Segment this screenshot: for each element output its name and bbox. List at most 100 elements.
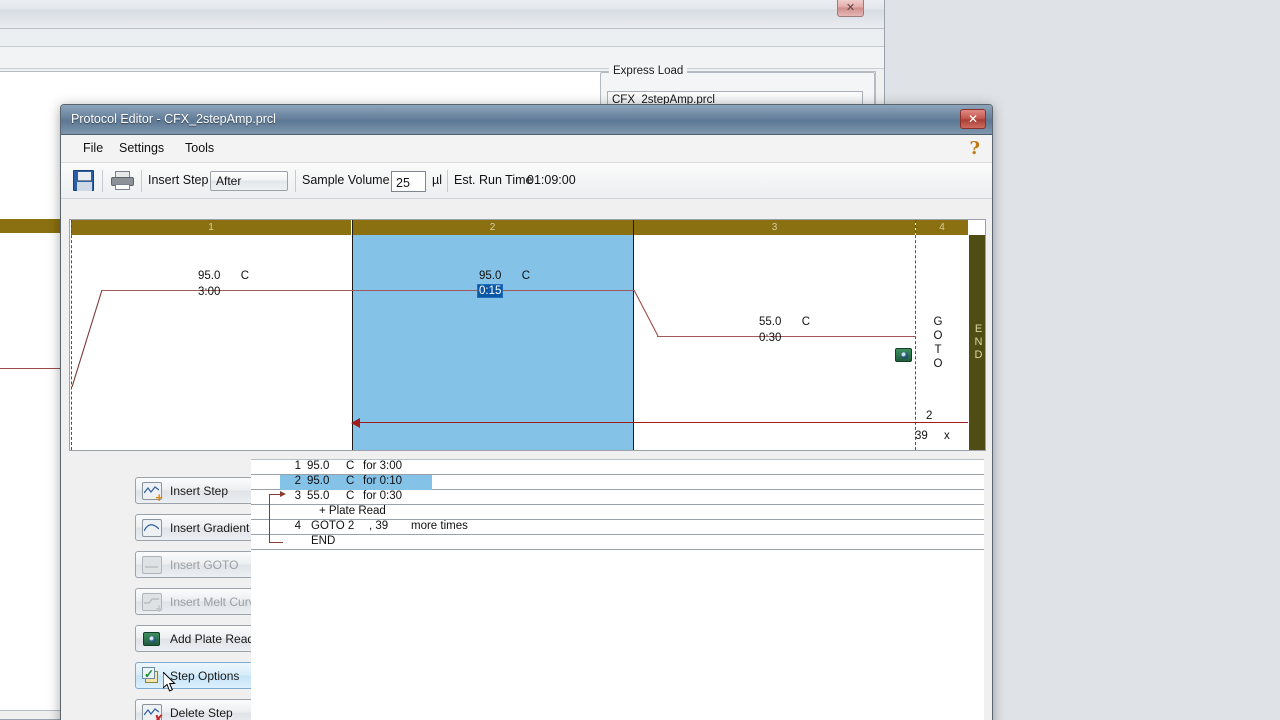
insert-melt-curve-icon: +	[142, 593, 163, 615]
table-row[interactable]: 1 95.0 C for 3:00	[251, 460, 984, 475]
row-temp: 95.0	[307, 460, 330, 472]
chart-step-header-3[interactable]: 3	[634, 220, 915, 235]
chart-step-2-unit: C	[521, 270, 531, 282]
menu-item-settings[interactable]: Settings	[119, 141, 164, 155]
print-icon[interactable]	[111, 171, 134, 190]
camera-icon[interactable]	[895, 348, 912, 362]
save-icon[interactable]	[73, 170, 94, 191]
toolbar-divider	[141, 170, 142, 192]
insert-gradient-icon	[142, 519, 162, 537]
help-icon[interactable]: ?	[969, 138, 980, 159]
chart-step-3-time[interactable]: 0:30	[759, 332, 781, 344]
step-options-button-label: Step Options	[170, 669, 240, 683]
chart-step-1-temp-value: 95.0	[198, 270, 221, 282]
chart-step-boundary-1	[352, 220, 353, 450]
table-row[interactable]: 3 55.0 C for 0:30	[251, 490, 984, 505]
chart-ramp-step-3	[633, 289, 659, 337]
table-row[interactable]: 4 GOTO 2 , 39 more times	[251, 520, 984, 535]
insert-step-select-wrap: After	[210, 171, 288, 191]
chart-step-header-1[interactable]: 1	[71, 220, 351, 235]
row-temp: 55.0	[307, 490, 330, 502]
chart-step-1-time[interactable]: 3:00	[198, 286, 220, 298]
background-window-menustrip	[0, 29, 884, 47]
row-number: 2	[294, 475, 301, 487]
row-duration: for 0:10	[363, 475, 402, 487]
goto-return-line	[358, 422, 968, 423]
toolbar: Insert Step After Sample Volume µl Est. …	[61, 163, 992, 199]
chart-step-2-temp-value: 95.0	[479, 270, 502, 282]
row-end: END	[311, 535, 336, 547]
chart-step-1-temp: 95.0 C	[198, 270, 249, 282]
est-run-time-label: Est. Run Time	[454, 173, 533, 187]
sample-volume-input[interactable]	[391, 171, 426, 192]
menubar: File Settings Tools ?	[61, 135, 992, 163]
chart-end-bar: END	[969, 235, 985, 450]
express-load-legend: Express Load	[609, 65, 688, 77]
chart-step-boundary-3	[915, 220, 916, 450]
chart-step-header-2[interactable]: 2	[352, 220, 633, 235]
dialog-titlebar[interactable]: Protocol Editor - CFX_2stepAmp.prcl ✕	[61, 105, 992, 135]
menu-item-file[interactable]: File	[83, 141, 103, 155]
dialog-close-button[interactable]: ✕	[960, 109, 986, 129]
step-options-icon: ✓	[142, 667, 162, 685]
row-unit: C	[346, 475, 355, 487]
chart-ramp-step-1	[71, 289, 103, 388]
chart-step-3-temp: 55.0 C	[759, 316, 810, 328]
camera-icon	[142, 630, 162, 648]
menu-item-tools[interactable]: Tools	[185, 141, 214, 155]
row-plate-read: + Plate Read	[319, 505, 386, 517]
background-window-titlebar	[0, 0, 884, 29]
table-row: END	[251, 535, 984, 550]
chart-step-3-unit: C	[801, 316, 811, 328]
chart-step-1-unit: C	[240, 270, 250, 282]
table-row[interactable]: 2 95.0 C for 0:10	[251, 475, 984, 490]
row-unit: C	[346, 490, 355, 502]
chart-step-header-4[interactable]: 4	[916, 220, 968, 235]
toolbar-divider	[295, 170, 296, 192]
insert-goto-icon	[142, 556, 162, 574]
chart-step-2-temp: 95.0 C	[479, 270, 530, 282]
row-unit: C	[346, 460, 355, 472]
row-duration: for 0:30	[363, 490, 402, 502]
toolbar-divider	[447, 170, 448, 192]
goto-return-arrow-icon	[351, 418, 360, 428]
insert-step-icon: +	[142, 482, 163, 504]
screen: ✕ Express Load CFX_2stepAmp.prcl Protoco…	[0, 0, 1280, 720]
background-window-close-button[interactable]: ✕	[837, 0, 864, 17]
chart-goto-cycles-unit: x	[944, 430, 950, 442]
chart-step-2-selection[interactable]	[352, 235, 633, 450]
protocol-chart-panel[interactable]: 1 2 3 4 95.0 C 3:00 95.0 C 0:15 55.0 C 0…	[69, 219, 986, 451]
row-goto: GOTO 2	[311, 520, 355, 532]
insert-step-select[interactable]: After	[210, 171, 288, 191]
chart-step-2-time-edit[interactable]: 0:15	[476, 284, 504, 298]
protocol-chart[interactable]: 1 2 3 4 95.0 C 3:00 95.0 C 0:15 55.0 C 0…	[70, 220, 985, 450]
print-icon-paper-out	[115, 184, 130, 190]
table-row[interactable]: + Plate Read	[251, 505, 984, 520]
sample-volume-label: Sample Volume	[302, 173, 390, 187]
row-number: 3	[294, 490, 301, 502]
insert-goto-button-label: Insert GOTO	[170, 558, 239, 572]
row-more-times: more times	[411, 520, 468, 532]
insert-gradient-button-label: Insert Gradient	[170, 521, 250, 535]
chart-plateau-step-3	[657, 336, 916, 337]
action-button-panel: + Insert Step Insert Gradient Insert GOT…	[69, 459, 301, 720]
chart-goto-cycles[interactable]: 39	[915, 430, 928, 442]
goto-bracket-arrow-icon	[280, 490, 286, 497]
chart-plateau-step-1	[101, 290, 352, 291]
delete-step-button-label: Delete Step	[170, 706, 233, 720]
protocol-step-list[interactable]: 1 95.0 C for 3:00 2 95.0 C for 0:10 3 55…	[251, 459, 984, 720]
insert-step-label: Insert Step	[148, 173, 209, 187]
goto-bracket-bottom	[269, 542, 283, 543]
insert-melt-curve-button-label: Insert Melt Curve	[170, 595, 262, 609]
delete-step-icon: ✗	[142, 704, 164, 720]
sample-volume-unit: µl	[432, 173, 442, 187]
chart-goto-label: GOTO	[933, 316, 943, 370]
row-number: 4	[294, 520, 301, 532]
row-duration: for 3:00	[363, 460, 402, 472]
chart-goto-target: 2	[926, 410, 933, 422]
dialog-title: Protocol Editor - CFX_2stepAmp.prcl	[71, 112, 276, 126]
insert-step-button-label: Insert Step	[170, 484, 229, 498]
chart-step-3-temp-value: 55.0	[759, 316, 782, 328]
background-window-toolbar	[0, 47, 884, 69]
row-number: 1	[294, 460, 301, 472]
